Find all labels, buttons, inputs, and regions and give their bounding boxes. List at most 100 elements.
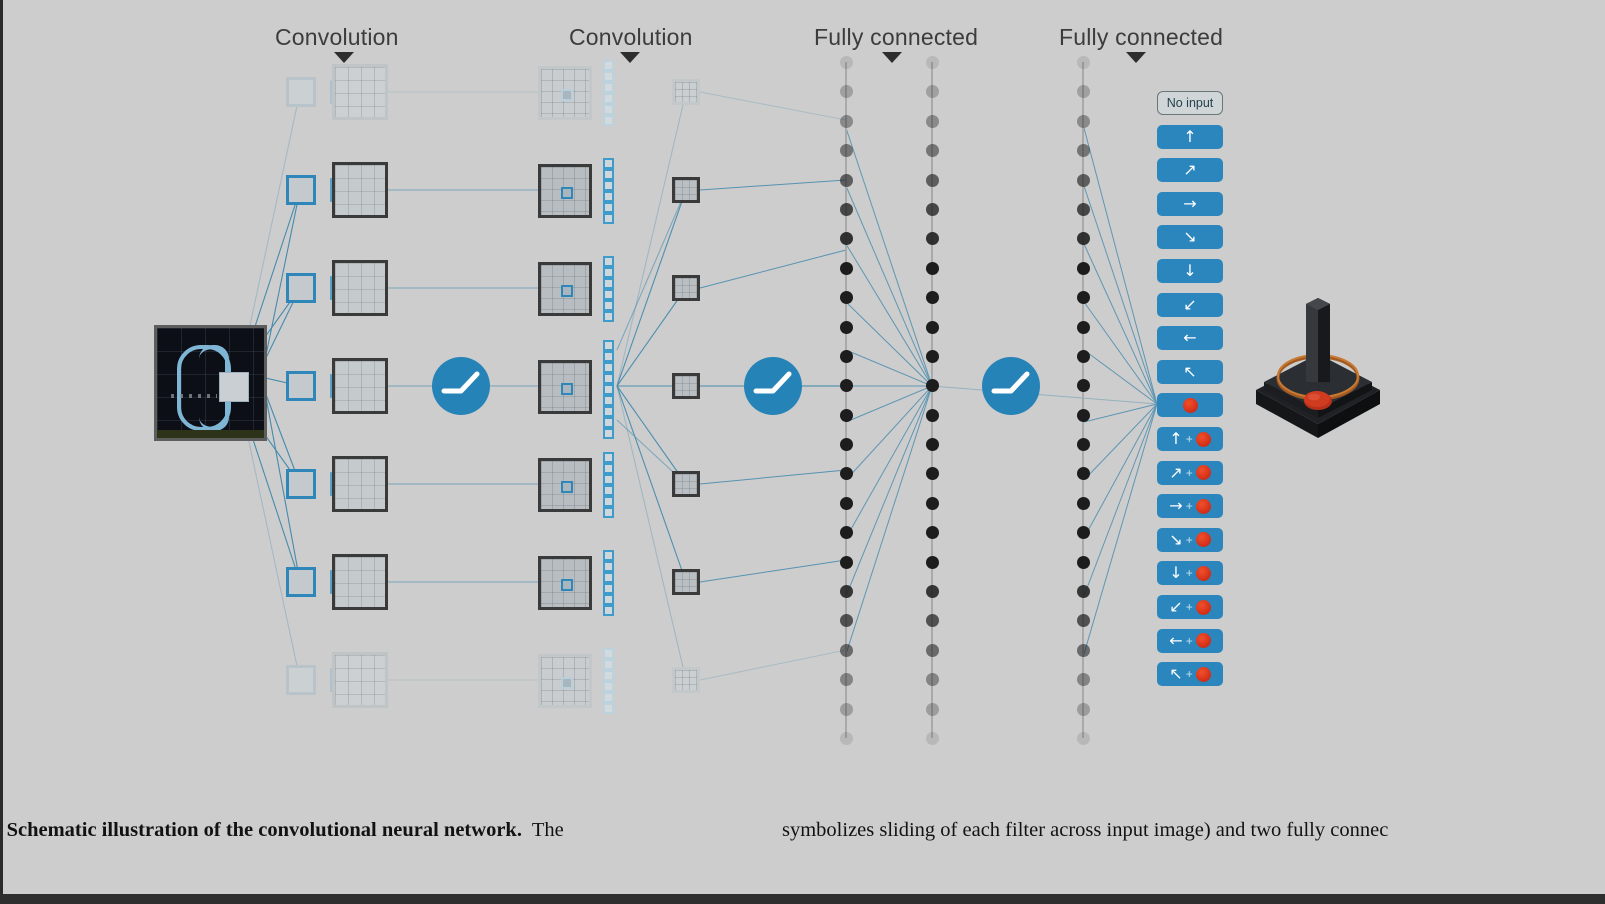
conv2-feature-map	[538, 262, 592, 316]
fc1-node	[840, 702, 853, 716]
action-plus-symbol: +	[1185, 566, 1193, 581]
action-arrow-icon-right: →	[1183, 193, 1197, 213]
fc2-node	[1077, 702, 1090, 716]
conv2-output-column	[603, 256, 619, 322]
column-marker-conv2	[620, 52, 640, 63]
game-floor	[157, 430, 264, 438]
conv1-feature-map	[332, 456, 388, 512]
fc1-node	[840, 173, 853, 187]
caption-right: symbolizes sliding of each filter across…	[782, 758, 1388, 904]
action-button-down-left[interactable]: ↙	[1157, 292, 1223, 317]
action-arrow-icon-up-fire: ↑	[1169, 429, 1183, 448]
fc1-node	[840, 732, 853, 745]
relu-icon	[744, 357, 802, 415]
relu-icon	[432, 357, 490, 415]
action-arrow-icon-down-right: ↘	[1183, 227, 1197, 247]
action-fire-icon	[1195, 465, 1211, 481]
action-button-down[interactable]: ↓	[1157, 259, 1223, 283]
fc2-node	[1077, 643, 1090, 657]
bottom-edge-bar	[0, 894, 1605, 904]
atari-joystick	[1248, 282, 1388, 442]
action-button-left[interactable]: ←	[1157, 326, 1223, 351]
action-button-up-right[interactable]: ↗	[1157, 158, 1223, 183]
fc2-node	[1077, 555, 1090, 569]
fc1-node	[926, 438, 939, 452]
fc2-node	[1077, 408, 1090, 422]
action-arrow-icon-down-left: ↙	[1183, 294, 1197, 314]
left-edge-bar	[0, 0, 3, 904]
fc1-node	[840, 291, 853, 305]
conv2-output-column	[603, 648, 619, 714]
fc1-node	[840, 349, 853, 363]
relu-icon	[982, 357, 1040, 415]
action-button-left-fire[interactable]: ← +	[1157, 628, 1223, 653]
fc1-node	[840, 202, 853, 216]
conv2-output-column	[603, 452, 619, 518]
action-plus-symbol: +	[1185, 600, 1193, 614]
action-fire-icon	[1195, 532, 1211, 548]
action-button-down-left-fire[interactable]: ↙ +	[1157, 595, 1223, 619]
action-button-up-fire[interactable]: ↑ +	[1157, 427, 1223, 451]
fc2-node	[1077, 56, 1090, 69]
fc2-node	[1077, 114, 1090, 128]
action-button-right[interactable]: →	[1157, 191, 1223, 216]
action-fire-icon	[1195, 565, 1211, 581]
action-button-down-fire[interactable]: ↓ +	[1157, 561, 1223, 586]
conv1-feature-map	[332, 652, 388, 708]
fc1-node	[840, 585, 853, 599]
fc1-node	[840, 496, 853, 510]
conv3-feature-map	[672, 79, 700, 105]
conv3-feature-map	[672, 275, 700, 301]
column-marker-conv1	[334, 52, 354, 63]
action-button-up-left-fire[interactable]: ↖ +	[1157, 662, 1223, 687]
action-button-up[interactable]: ↑	[1157, 124, 1223, 149]
action-button-no-input[interactable]: No input	[1157, 91, 1223, 115]
input-filter-patch	[219, 372, 249, 402]
conv2-feature-map	[538, 458, 592, 512]
action-button-down-right[interactable]: ↘	[1157, 225, 1223, 250]
fc2-node	[1077, 291, 1090, 305]
conv2-output-column	[603, 60, 619, 126]
action-fire-icon	[1195, 666, 1211, 682]
action-button-right-fire[interactable]: → +	[1157, 494, 1223, 519]
action-fire-icon	[1195, 498, 1211, 514]
fc1-node	[926, 643, 939, 657]
fc2-node	[1077, 85, 1090, 99]
fc1-node	[926, 614, 939, 628]
fc2-node	[1077, 202, 1090, 216]
fc1-node	[926, 291, 939, 305]
conv3-feature-map	[672, 471, 700, 497]
action-plus-symbol: +	[1185, 633, 1193, 648]
action-fire-icon	[1195, 633, 1211, 649]
action-fire-icon	[1195, 599, 1211, 615]
fc1-node	[926, 261, 939, 275]
action-plus-symbol: +	[1185, 532, 1193, 547]
conv3-feature-map	[672, 177, 700, 203]
action-arrow-icon-left-fire: ←	[1169, 630, 1183, 650]
conv1-feature-map	[332, 554, 388, 610]
conv3-feature-map	[672, 373, 700, 399]
fc1-node	[926, 173, 939, 187]
action-button-fire[interactable]	[1157, 393, 1223, 418]
fc1-node	[926, 144, 939, 158]
fc2-node	[1077, 261, 1090, 275]
action-arrow-icon-right-fire: →	[1169, 496, 1183, 516]
fc1-node	[926, 555, 939, 569]
input-game-screen	[154, 325, 267, 441]
action-fire-icon	[1195, 431, 1211, 447]
action-arrow-icon-down-right-fire: ↘	[1169, 529, 1183, 549]
action-button-down-right-fire[interactable]: ↘ +	[1157, 527, 1223, 552]
figure-canvas: Convolution Convolution Fully connected …	[0, 0, 1605, 904]
action-button-up-left[interactable]: ↖	[1157, 359, 1223, 384]
conv1-feature-map	[332, 64, 388, 120]
conv3-feature-map	[672, 667, 700, 693]
fc1-node	[926, 379, 939, 393]
action-arrow-icon-down: ↓	[1183, 261, 1197, 280]
conv2-feature-map	[538, 556, 592, 610]
action-button-up-right-fire[interactable]: ↗ +	[1157, 460, 1223, 485]
fc1-node	[926, 349, 939, 363]
caption-right-line: symbolizes sliding of each filter across…	[782, 819, 1389, 841]
fc2-node	[1077, 585, 1090, 599]
caption-left: 1 | Schematic illustration of the convol…	[0, 758, 564, 904]
action-arrow-icon-up-right: ↗	[1183, 160, 1197, 180]
